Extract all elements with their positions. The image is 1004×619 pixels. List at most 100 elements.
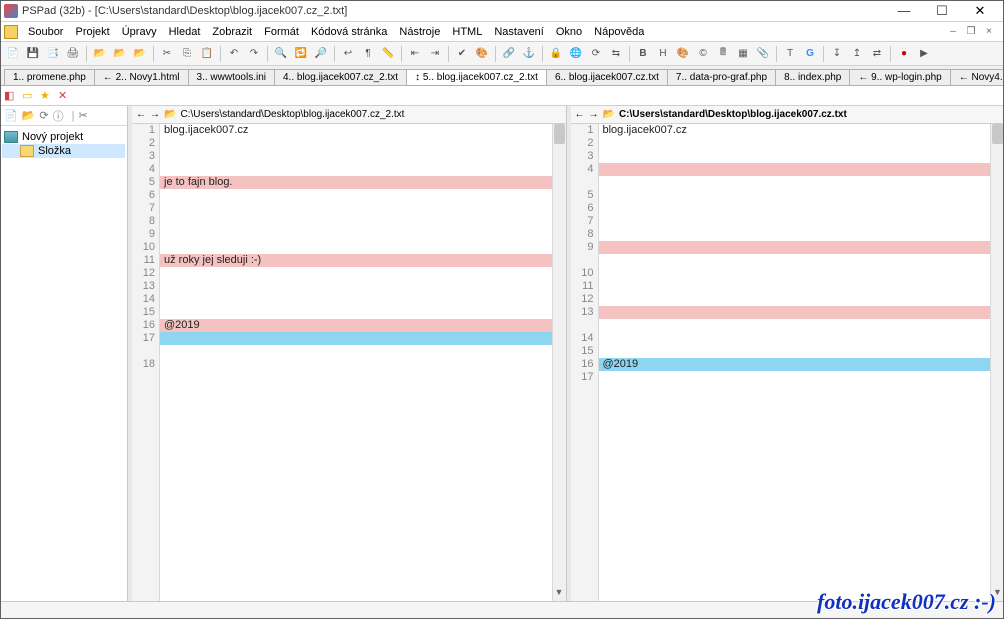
code-line[interactable]	[160, 150, 552, 163]
doc-tab[interactable]: 6.. blog.ijacek007.cz.txt	[546, 69, 668, 85]
code-line[interactable]	[160, 163, 552, 176]
print-icon[interactable]: 🖨	[64, 45, 82, 63]
char-icon[interactable]: ©	[694, 45, 712, 63]
menu-hledat[interactable]: Hledat	[163, 25, 207, 39]
doc-tab[interactable]: 3.. wwwtools.ini	[188, 69, 275, 85]
indent-left-icon[interactable]: ⇤	[406, 45, 424, 63]
paste-icon[interactable]: 📋	[198, 45, 216, 63]
code-line[interactable]: už roky jej sleduji :-)	[160, 254, 552, 267]
open-icon[interactable]: 📂	[91, 45, 109, 63]
bold-icon[interactable]: B	[634, 45, 652, 63]
redo-icon[interactable]: ↷	[245, 45, 263, 63]
doc-tab[interactable]: ← Novy4.html	[950, 69, 1004, 85]
menu-nastaven[interactable]: Nastavení	[488, 25, 550, 39]
code-line[interactable]	[160, 228, 552, 241]
table-icon[interactable]: ▦	[734, 45, 752, 63]
close-button[interactable]: ✕	[966, 3, 994, 19]
nav-open-icon[interactable]: 📂	[164, 109, 176, 120]
project-pane-icon[interactable]: ◧	[4, 89, 18, 103]
left-editor[interactable]: 1234567891011121314151617 18 blog.ijacek…	[132, 124, 566, 601]
copy-icon[interactable]: ⎘	[178, 45, 196, 63]
wrap-icon[interactable]: ↩	[339, 45, 357, 63]
sort-asc-icon[interactable]: ↧	[828, 45, 846, 63]
ruler-icon[interactable]: 📏	[379, 45, 397, 63]
play-macro-icon[interactable]: ▶	[915, 45, 933, 63]
code-line[interactable]: @2019	[599, 358, 991, 371]
code-line[interactable]	[160, 280, 552, 293]
nav-fwd-icon[interactable]: →	[589, 109, 599, 120]
scroll-thumb[interactable]	[554, 124, 565, 144]
doc-tab[interactable]: 4.. blog.ijacek007.cz_2.txt	[274, 69, 407, 85]
menu-pravy[interactable]: Úpravy	[116, 25, 163, 39]
code-line[interactable]: @2019	[160, 319, 552, 332]
code-line[interactable]	[599, 267, 991, 280]
code-line[interactable]	[160, 189, 552, 202]
sync-icon[interactable]: ⇆	[607, 45, 625, 63]
code-line[interactable]	[599, 189, 991, 202]
undo-icon[interactable]: ↶	[225, 45, 243, 63]
text-icon[interactable]: T	[781, 45, 799, 63]
menu-kdovstrnka[interactable]: Kódová stránka	[305, 25, 393, 39]
refresh-tree-icon[interactable]: ⟳	[39, 109, 48, 122]
doc-tab[interactable]: 1.. promene.php	[4, 69, 95, 85]
code-line[interactable]	[599, 202, 991, 215]
code-line[interactable]	[160, 293, 552, 306]
code-line[interactable]	[599, 306, 991, 319]
scroll-thumb[interactable]	[992, 124, 1003, 144]
nonprint-icon[interactable]: ¶	[359, 45, 377, 63]
color-icon[interactable]: 🎨	[473, 45, 491, 63]
ftp-icon[interactable]: 🌐	[567, 45, 585, 63]
folder-pane-icon[interactable]: ▭	[22, 89, 36, 103]
cut-icon[interactable]: ✂	[158, 45, 176, 63]
left-scrollbar[interactable]: ▲ ▼	[552, 124, 566, 601]
info-icon[interactable]: ⓘ	[53, 108, 64, 124]
code-line[interactable]: je to fajn blog.	[160, 176, 552, 189]
code-line[interactable]	[160, 267, 552, 280]
mdi-minimize-button[interactable]: –	[946, 26, 960, 37]
code-line[interactable]	[599, 215, 991, 228]
tools-icon[interactable]: ✂	[78, 109, 87, 122]
anchor-icon[interactable]: ⚓	[520, 45, 538, 63]
code-line[interactable]	[599, 371, 991, 384]
menu-okno[interactable]: Okno	[550, 25, 588, 39]
code-line[interactable]	[160, 241, 552, 254]
code-line[interactable]	[160, 215, 552, 228]
hex-icon[interactable]: H	[654, 45, 672, 63]
code-line[interactable]: blog.ijacek007.cz	[599, 124, 991, 137]
indent-right-icon[interactable]: ⇥	[426, 45, 444, 63]
mdi-restore-button[interactable]: ❐	[964, 26, 978, 37]
palette-icon[interactable]: 🎨	[674, 45, 692, 63]
menu-npovda[interactable]: Nápověda	[588, 25, 650, 39]
nav-back-icon[interactable]: ←	[136, 109, 146, 120]
code-line[interactable]	[599, 137, 991, 150]
open-project-icon[interactable]: 📂	[131, 45, 149, 63]
save-all-icon[interactable]: 📑	[44, 45, 62, 63]
code-line[interactable]	[160, 306, 552, 319]
code-line[interactable]	[160, 137, 552, 150]
nav-back-icon[interactable]: ←	[575, 109, 585, 120]
new-project-icon[interactable]: 📄	[4, 109, 18, 122]
menu-projekt[interactable]: Projekt	[69, 25, 115, 39]
new-file-icon[interactable]: 📄	[4, 45, 22, 63]
scroll-down-icon[interactable]: ▼	[991, 587, 1004, 601]
right-editor[interactable]: 1234 56789 10111213 14151617 blog.ijacek…	[571, 124, 1004, 601]
google-icon[interactable]: G	[801, 45, 819, 63]
open-folder-icon[interactable]: 📂	[22, 109, 36, 122]
doc-tab[interactable]: ← 9.. wp-login.php	[849, 69, 950, 85]
menu-nstroje[interactable]: Nástroje	[393, 25, 446, 39]
tree-project-root[interactable]: Nový projekt	[2, 130, 125, 144]
maximize-button[interactable]: ☐	[928, 3, 956, 19]
spell-icon[interactable]: ✔	[453, 45, 471, 63]
code-line[interactable]	[160, 358, 552, 371]
code-line[interactable]	[599, 241, 991, 254]
code-line[interactable]: blog.ijacek007.cz	[160, 124, 552, 137]
calc-icon[interactable]: 🖩	[714, 45, 732, 63]
find-icon[interactable]: 🔍	[272, 45, 290, 63]
menu-soubor[interactable]: Soubor	[22, 25, 69, 39]
replace-icon[interactable]: 🔁	[292, 45, 310, 63]
minimize-button[interactable]: —	[890, 3, 918, 19]
save-icon[interactable]: 💾	[24, 45, 42, 63]
code-line[interactable]	[599, 293, 991, 306]
refresh-icon[interactable]: ⟳	[587, 45, 605, 63]
code-line[interactable]	[599, 332, 991, 345]
